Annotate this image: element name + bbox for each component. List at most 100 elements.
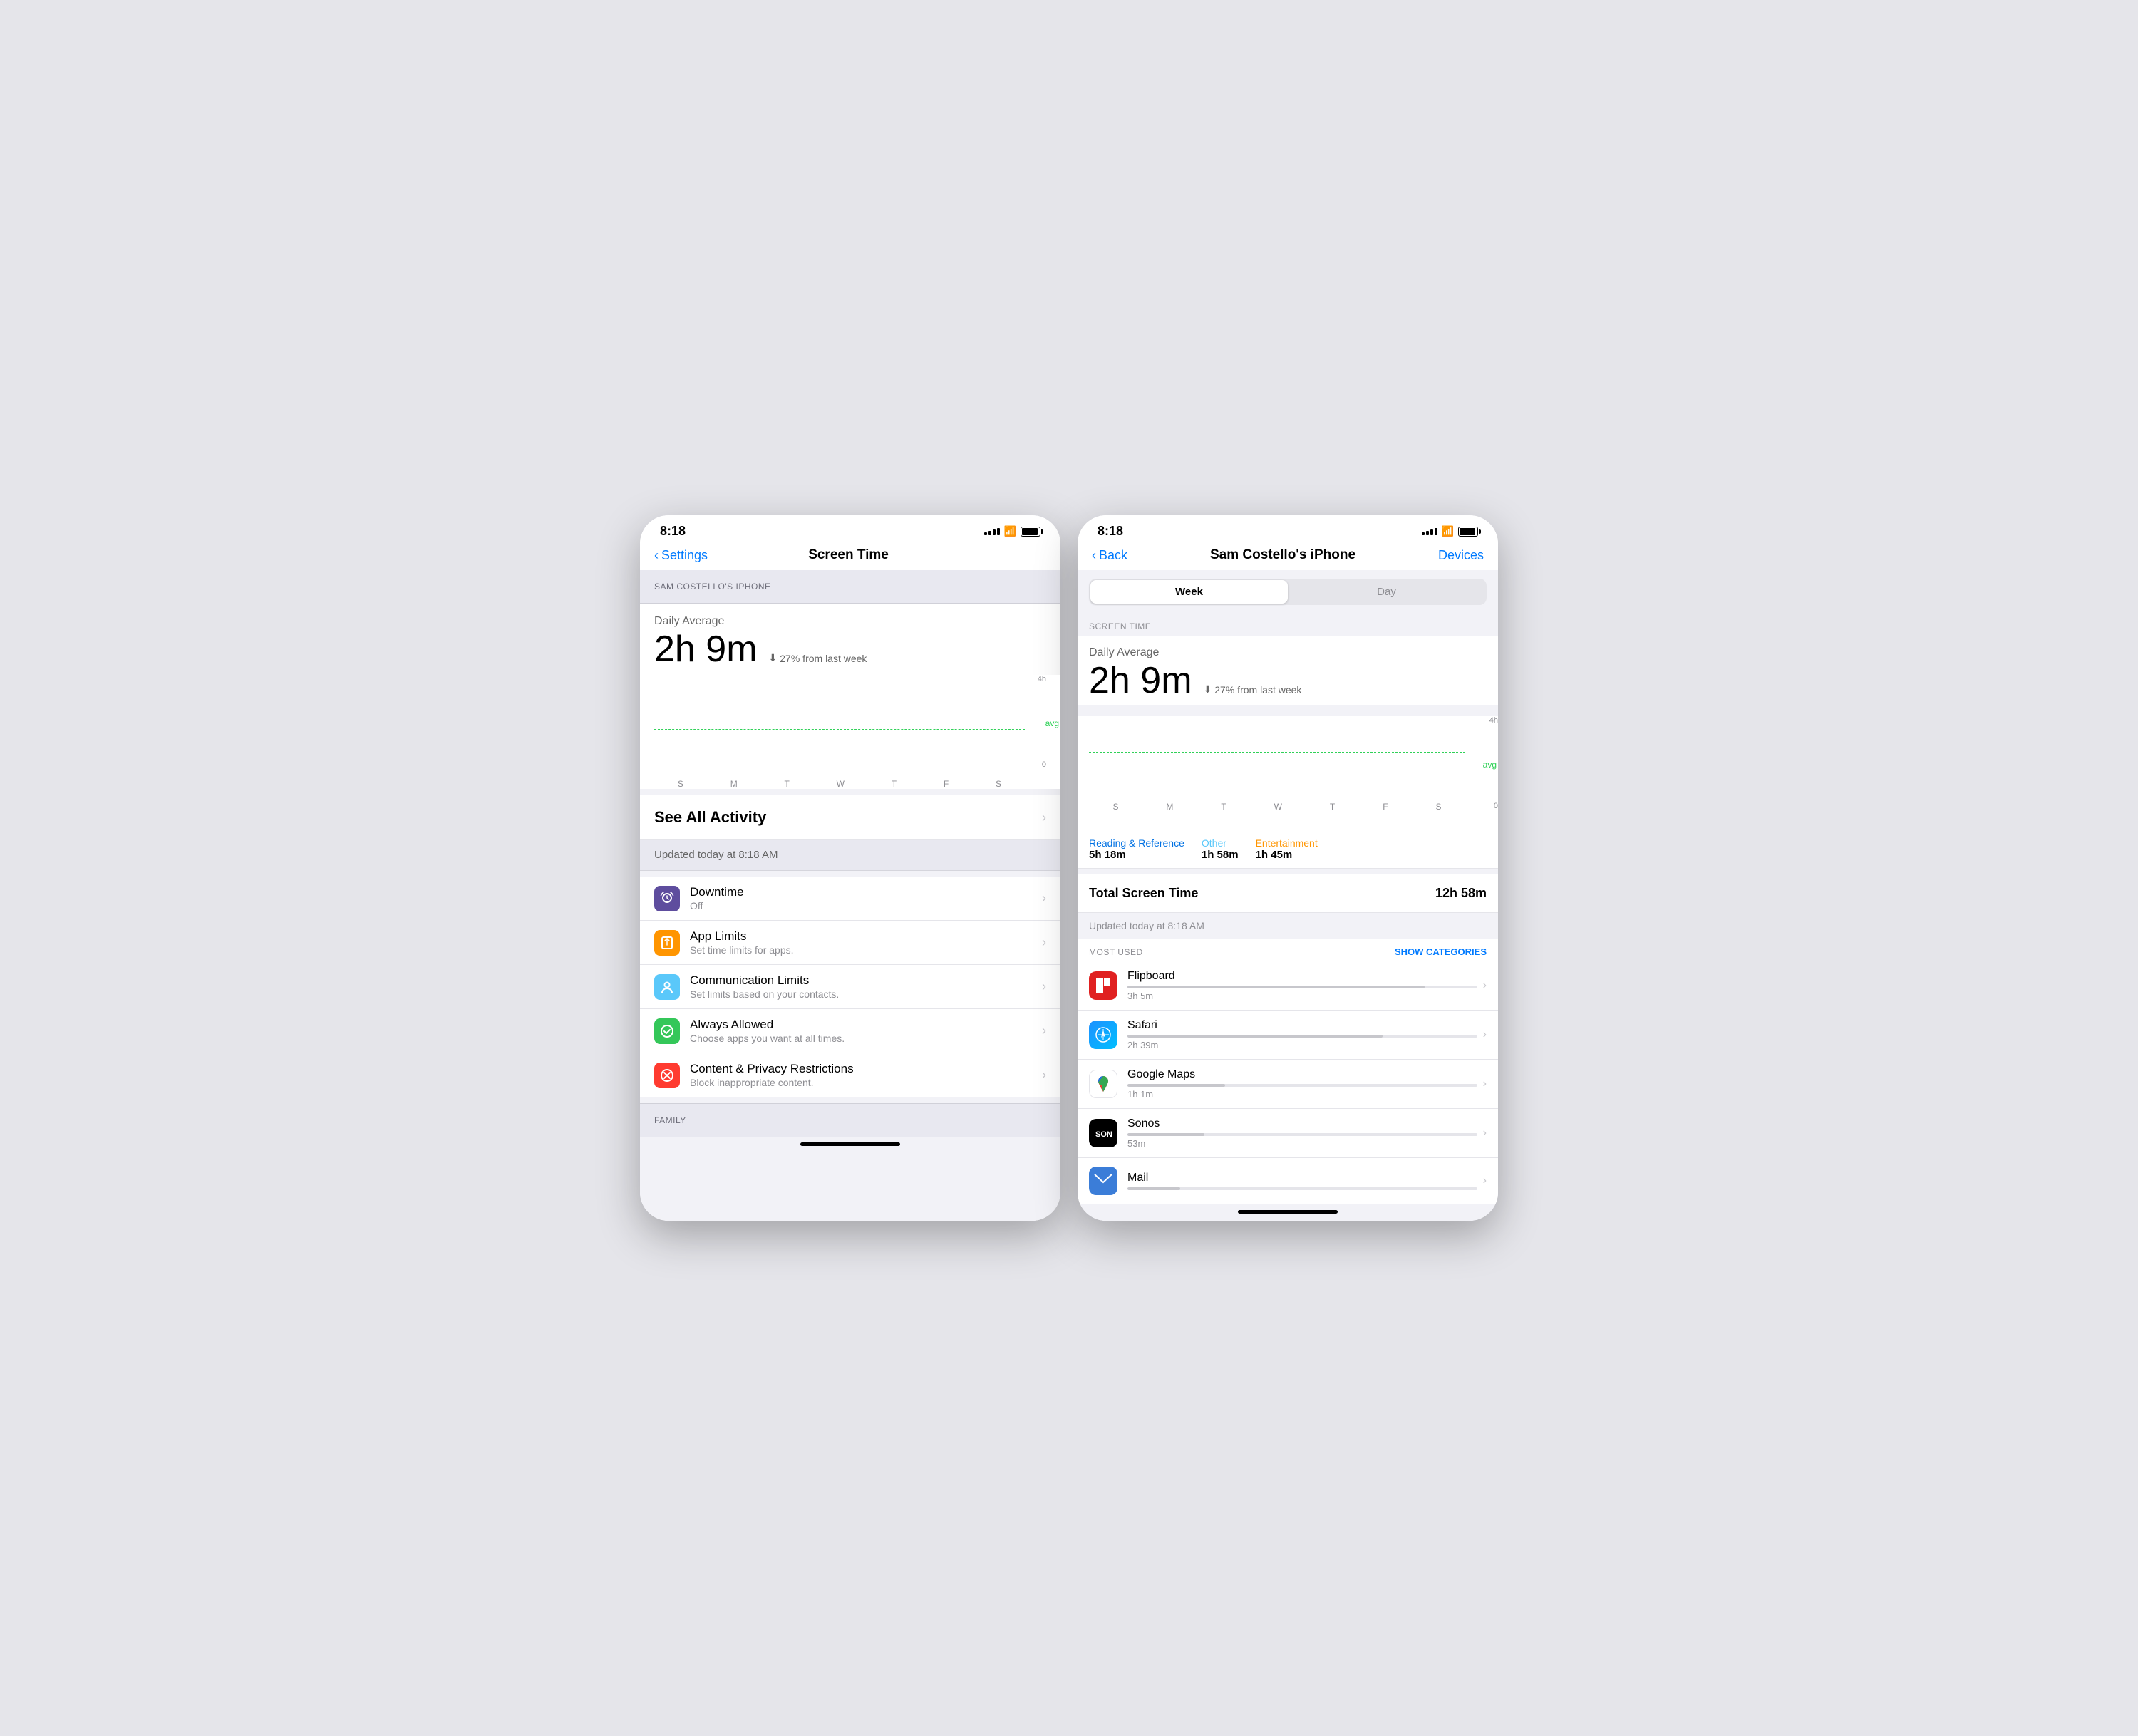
y-label-top-right: 4h <box>1489 716 1498 725</box>
devices-button[interactable]: Devices <box>1438 548 1484 563</box>
arrow-down-icon-right: ⬇ <box>1204 683 1212 696</box>
chevron-googlemaps: › <box>1483 1078 1487 1090</box>
arrow-down-icon-left: ⬇ <box>769 652 778 664</box>
legend-reading-value: 5h 18m <box>1089 849 1184 861</box>
right-phone: 8:18 📶 ‹ Back Sam Costello's iPhone <box>1078 515 1498 1221</box>
content-privacy-text: Content & Privacy Restrictions Block ina… <box>690 1062 1042 1088</box>
daily-avg-time-right: 2h 9m <box>1089 662 1192 699</box>
flipboard-info: Flipboard 3h 5m <box>1127 970 1477 1001</box>
svg-text:SONOS: SONOS <box>1095 1130 1112 1139</box>
chevron-always: › <box>1042 1023 1046 1038</box>
always-allowed-icon <box>654 1018 680 1044</box>
downtime-icon <box>654 886 680 911</box>
safari-time: 2h 39m <box>1127 1040 1477 1050</box>
status-icons-left: 📶 <box>984 525 1040 537</box>
see-all-activity-row[interactable]: See All Activity › <box>640 795 1060 840</box>
safari-name: Safari <box>1127 1019 1477 1032</box>
chevron-app-limits: › <box>1042 935 1046 950</box>
flipboard-name: Flipboard <box>1127 970 1477 983</box>
device-name: SAM COSTELLO'S IPHONE <box>654 582 771 591</box>
avg-line-right <box>1089 752 1465 753</box>
downtime-text: Downtime Off <box>690 885 1042 911</box>
downtime-title: Downtime <box>690 885 1042 899</box>
updated-text-right: Updated today at 8:18 AM <box>1089 920 1204 931</box>
flipboard-bar <box>1127 986 1477 988</box>
daily-stats-right: Daily Average 2h 9m ⬇ 27% from last week <box>1078 636 1498 705</box>
googlemaps-icon <box>1089 1070 1117 1098</box>
chevron-downtime: › <box>1042 891 1046 906</box>
content-privacy-item[interactable]: Content & Privacy Restrictions Block ina… <box>640 1053 1060 1097</box>
downtime-item[interactable]: Downtime Off › <box>640 877 1060 921</box>
daily-avg-time-left: 2h 9m <box>654 631 758 668</box>
home-indicator-left <box>800 1142 900 1146</box>
show-categories-button[interactable]: SHOW CATEGORIES <box>1395 946 1487 957</box>
app-limits-icon <box>654 930 680 956</box>
googlemaps-name: Google Maps <box>1127 1068 1477 1081</box>
flipboard-icon <box>1089 971 1117 1000</box>
status-icons-right: 📶 <box>1422 525 1478 537</box>
always-allowed-subtitle: Choose apps you want at all times. <box>690 1033 1042 1044</box>
comm-limits-subtitle: Set limits based on your contacts. <box>690 988 1042 1000</box>
sonos-name: Sonos <box>1127 1117 1477 1130</box>
week-toggle[interactable]: Week <box>1090 580 1288 604</box>
nav-bar-right: ‹ Back Sam Costello's iPhone Devices <box>1078 543 1498 570</box>
chevron-left-icon-right: ‹ <box>1092 548 1096 563</box>
content-privacy-icon <box>654 1063 680 1088</box>
app-item-mail[interactable]: Mail › <box>1078 1158 1498 1204</box>
app-limits-item[interactable]: App Limits Set time limits for apps. › <box>640 921 1060 965</box>
most-used-label: MOST USED <box>1089 947 1143 957</box>
app-list: Flipboard 3h 5m › <box>1078 961 1498 1204</box>
family-section: FAMILY <box>640 1103 1060 1137</box>
see-all-label: See All Activity <box>654 808 766 827</box>
sonos-time: 53m <box>1127 1138 1477 1149</box>
legend-other-label: Other <box>1202 837 1239 849</box>
legend-reading-label: Reading & Reference <box>1089 837 1184 849</box>
back-button-right[interactable]: ‹ Back <box>1092 548 1127 563</box>
avg-label-right: avg <box>1483 760 1497 770</box>
app-item-flipboard[interactable]: Flipboard 3h 5m › <box>1078 961 1498 1011</box>
always-allowed-title: Always Allowed <box>690 1018 1042 1032</box>
chevron-safari: › <box>1483 1028 1487 1041</box>
app-item-sonos[interactable]: SONOS Sonos 53m › <box>1078 1109 1498 1158</box>
app-item-googlemaps[interactable]: Google Maps 1h 1m › <box>1078 1060 1498 1109</box>
daily-stats-left: Daily Average 2h 9m ⬇ 27% from last week <box>640 604 1060 675</box>
settings-list: Downtime Off › App Limi <box>640 877 1060 1097</box>
y-label-top-left: 4h <box>1038 675 1046 683</box>
legend-entertainment: Entertainment 1h 45m <box>1256 837 1318 861</box>
page-title-left: Screen Time <box>808 547 889 563</box>
back-button-left[interactable]: ‹ Settings <box>654 548 708 563</box>
chevron-sonos: › <box>1483 1127 1487 1140</box>
communication-limits-item[interactable]: Communication Limits Set limits based on… <box>640 965 1060 1009</box>
chart-left: 4h 0 <box>640 675 1060 789</box>
time-right: 8:18 <box>1098 524 1123 539</box>
chart-right: 4h 0 <box>1078 716 1498 830</box>
updated-banner-left: Updated today at 8:18 AM <box>640 840 1060 871</box>
always-allowed-item[interactable]: Always Allowed Choose apps you want at a… <box>640 1009 1060 1053</box>
avg-label-left: avg <box>1045 718 1059 728</box>
right-phone-content: Week Day SCREEN TIME Daily Average 2h 9m… <box>1078 570 1498 1221</box>
y-label-bottom-left: 0 <box>1042 760 1046 769</box>
total-value: 12h 58m <box>1435 886 1487 901</box>
mail-name: Mail <box>1127 1172 1477 1184</box>
sonos-icon: SONOS <box>1089 1119 1117 1147</box>
comm-limits-text: Communication Limits Set limits based on… <box>690 973 1042 1000</box>
status-bar-left: 8:18 📶 <box>640 515 1060 543</box>
daily-avg-label-right: Daily Average <box>1089 646 1487 659</box>
legend-entertainment-label: Entertainment <box>1256 837 1318 849</box>
safari-icon <box>1089 1021 1117 1049</box>
app-item-safari[interactable]: Safari 2h 39m › <box>1078 1011 1498 1060</box>
always-allowed-text: Always Allowed Choose apps you want at a… <box>690 1018 1042 1044</box>
chevron-mail: › <box>1483 1174 1487 1187</box>
total-label: Total Screen Time <box>1089 886 1198 901</box>
sonos-bar <box>1127 1133 1477 1136</box>
signal-icon-right <box>1422 528 1437 535</box>
communication-icon <box>654 974 680 1000</box>
weekly-change-left: ⬇ 27% from last week <box>769 652 867 664</box>
screen-time-section-label: SCREEN TIME <box>1078 614 1498 636</box>
device-header: SAM COSTELLO'S IPHONE <box>640 570 1060 604</box>
chevron-flipboard: › <box>1483 979 1487 992</box>
day-toggle[interactable]: Day <box>1288 580 1485 604</box>
safari-info: Safari 2h 39m <box>1127 1019 1477 1050</box>
content-privacy-title: Content & Privacy Restrictions <box>690 1062 1042 1076</box>
googlemaps-time: 1h 1m <box>1127 1089 1477 1100</box>
